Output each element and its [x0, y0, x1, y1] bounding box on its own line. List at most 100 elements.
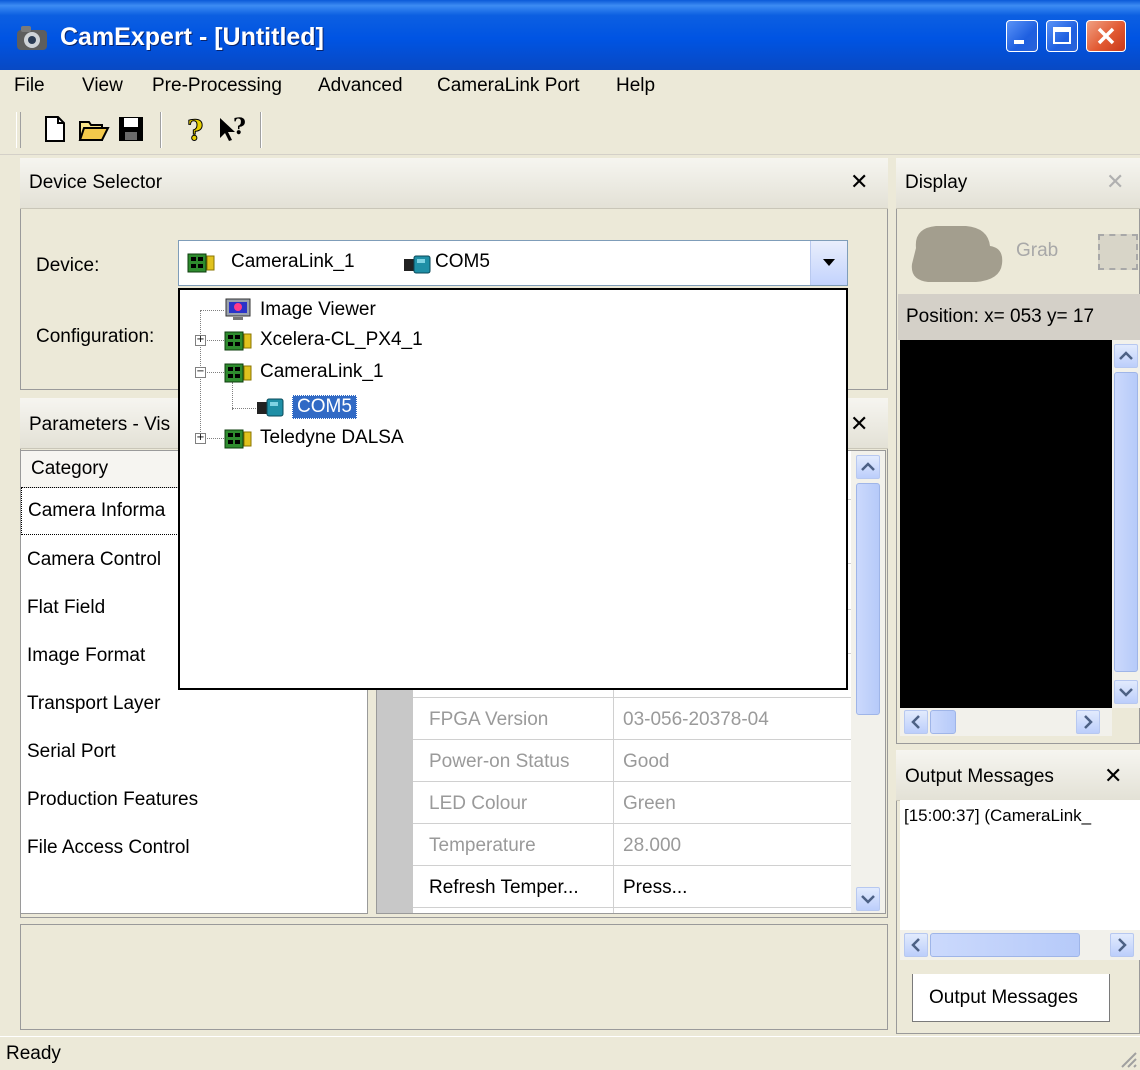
close-window-button[interactable] — [1086, 20, 1126, 52]
scroll-down-button[interactable] — [1114, 680, 1138, 704]
device-dropdown-tree[interactable]: Image Viewer + Xcelera-CL_PX4_1 − Camera… — [178, 288, 848, 690]
display-vertical-scrollbar[interactable] — [1112, 340, 1140, 708]
category-transport-layer[interactable]: Transport Layer — [27, 693, 160, 715]
collapse-icon[interactable]: − — [195, 367, 206, 378]
display-title: Display — [905, 172, 968, 193]
device-selector-header: Device Selector ✕ — [20, 158, 888, 209]
snap-icon — [1098, 234, 1138, 270]
category-flat-field[interactable]: Flat Field — [27, 597, 105, 619]
tree-item-image-viewer[interactable]: Image Viewer — [224, 296, 624, 326]
scroll-right-button[interactable] — [1110, 933, 1134, 957]
expand-icon[interactable]: + — [195, 335, 206, 346]
position-readout: Position: x= 053 y= 17 — [906, 306, 1095, 327]
menu-bar: File View Pre-Processing Advanced Camera… — [0, 70, 1140, 104]
scroll-right-button[interactable] — [1076, 710, 1100, 734]
help-icon: ? — [187, 114, 204, 148]
dropdown-arrow-button[interactable] — [810, 241, 847, 285]
output-horizontal-scrollbar[interactable] — [900, 930, 1140, 960]
context-help-icon: ? — [220, 114, 246, 141]
tree-item-com5[interactable]: COM5 — [256, 392, 456, 422]
expand-icon[interactable]: + — [195, 433, 206, 444]
toolbar: ? ? — [0, 104, 1140, 155]
tree-item-cameralink[interactable]: CameraLink_1 — [224, 358, 624, 388]
menu-file[interactable]: File — [14, 75, 45, 97]
menu-cameralink-port[interactable]: CameraLink Port — [437, 75, 580, 97]
menu-pre-processing[interactable]: Pre-Processing — [152, 75, 282, 97]
close-device-selector-icon[interactable]: ✕ — [850, 169, 868, 195]
maximize-icon — [1053, 27, 1071, 44]
device-combo[interactable]: CameraLink_1 COM5 — [178, 240, 848, 286]
category-file-access-control[interactable]: File Access Control — [27, 837, 190, 859]
category-serial-port[interactable]: Serial Port — [27, 741, 116, 763]
grid-line — [413, 781, 851, 782]
scroll-thumb[interactable] — [930, 933, 1080, 957]
category-production-features[interactable]: Production Features — [27, 789, 198, 811]
refresh-temperature-press-button[interactable]: Press... — [623, 877, 687, 899]
param-name-fpga-version: FPGA Version — [429, 709, 549, 730]
maximize-button[interactable] — [1046, 20, 1078, 52]
grid-line — [413, 739, 851, 740]
close-parameters-icon[interactable]: ✕ — [850, 411, 868, 437]
tree-item-xcelera[interactable]: Xcelera-CL_PX4_1 — [224, 326, 624, 356]
category-camera-control[interactable]: Camera Control — [27, 549, 161, 571]
chevron-up-icon — [861, 462, 875, 471]
image-display-area[interactable] — [900, 340, 1112, 708]
parameters-title: Parameters - Vis — [29, 414, 171, 435]
open-folder-icon — [78, 121, 110, 141]
scroll-up-button[interactable] — [856, 455, 880, 479]
window-title: CamExpert - [Untitled] — [60, 23, 324, 51]
close-output-icon[interactable]: ✕ — [1104, 763, 1122, 789]
svg-text:?: ? — [233, 114, 246, 140]
tree-item-teledyne-dalsa[interactable]: Teledyne DALSA — [224, 424, 624, 454]
scroll-up-button[interactable] — [1114, 344, 1138, 368]
close-icon — [1097, 27, 1115, 45]
category-image-format[interactable]: Image Format — [27, 645, 145, 667]
chevron-left-icon — [911, 938, 920, 952]
grid-line — [413, 907, 851, 908]
title-bar[interactable]: CamExpert - [Untitled] — [0, 0, 1140, 70]
scroll-thumb[interactable] — [856, 483, 880, 715]
selected-port-text: COM5 — [435, 251, 490, 272]
toolbar-grip[interactable] — [16, 112, 21, 148]
save-disk-icon — [119, 117, 143, 141]
tab-output-messages[interactable]: Output Messages — [912, 974, 1110, 1022]
save-button[interactable] — [116, 114, 146, 144]
parameter-grid-scrollbar[interactable] — [851, 451, 885, 913]
scroll-thumb[interactable] — [1114, 372, 1138, 672]
open-file-button[interactable] — [78, 114, 110, 144]
grid-line — [413, 697, 851, 698]
scroll-down-button[interactable] — [856, 887, 880, 911]
scroll-left-button[interactable] — [904, 710, 928, 734]
new-file-icon — [45, 116, 65, 142]
close-display-icon: ✕ — [1106, 169, 1125, 194]
chevron-right-icon — [1118, 938, 1127, 952]
toolbar-separator — [260, 112, 262, 148]
chevron-down-icon — [861, 895, 875, 904]
new-file-button[interactable] — [40, 114, 70, 144]
svg-text:?: ? — [187, 114, 203, 144]
minimize-button[interactable] — [1006, 20, 1038, 52]
param-value-temperature: 28.000 — [623, 835, 682, 856]
menu-advanced[interactable]: Advanced — [318, 75, 403, 97]
resize-grip-icon[interactable] — [1118, 1049, 1138, 1069]
menu-help[interactable]: Help — [616, 75, 655, 97]
grab-label: Grab — [1016, 240, 1059, 261]
tree-line — [232, 408, 256, 409]
output-messages-title: Output Messages — [905, 766, 1054, 787]
param-name-temperature: Temperature — [429, 835, 536, 856]
output-messages-list[interactable]: [15:00:37] (CameraLink_ — [900, 800, 1140, 930]
param-name-refresh-temperature: Refresh Temper... — [429, 877, 579, 898]
scroll-left-button[interactable] — [904, 933, 928, 957]
display-header: Display ✕ — [896, 158, 1140, 209]
tree-line — [200, 310, 224, 311]
display-horizontal-scrollbar[interactable] — [900, 708, 1112, 736]
board-icon — [224, 429, 252, 449]
context-help-button[interactable]: ? — [216, 114, 246, 144]
menu-view[interactable]: View — [82, 75, 123, 97]
position-bar: Position: x= 053 y= 17 — [898, 294, 1140, 340]
scroll-thumb[interactable] — [930, 710, 956, 734]
help-button[interactable]: ? — [180, 114, 210, 148]
camexpert-app-icon — [17, 26, 47, 50]
status-text: Ready — [6, 1043, 61, 1064]
configuration-label: Configuration: — [36, 326, 155, 347]
